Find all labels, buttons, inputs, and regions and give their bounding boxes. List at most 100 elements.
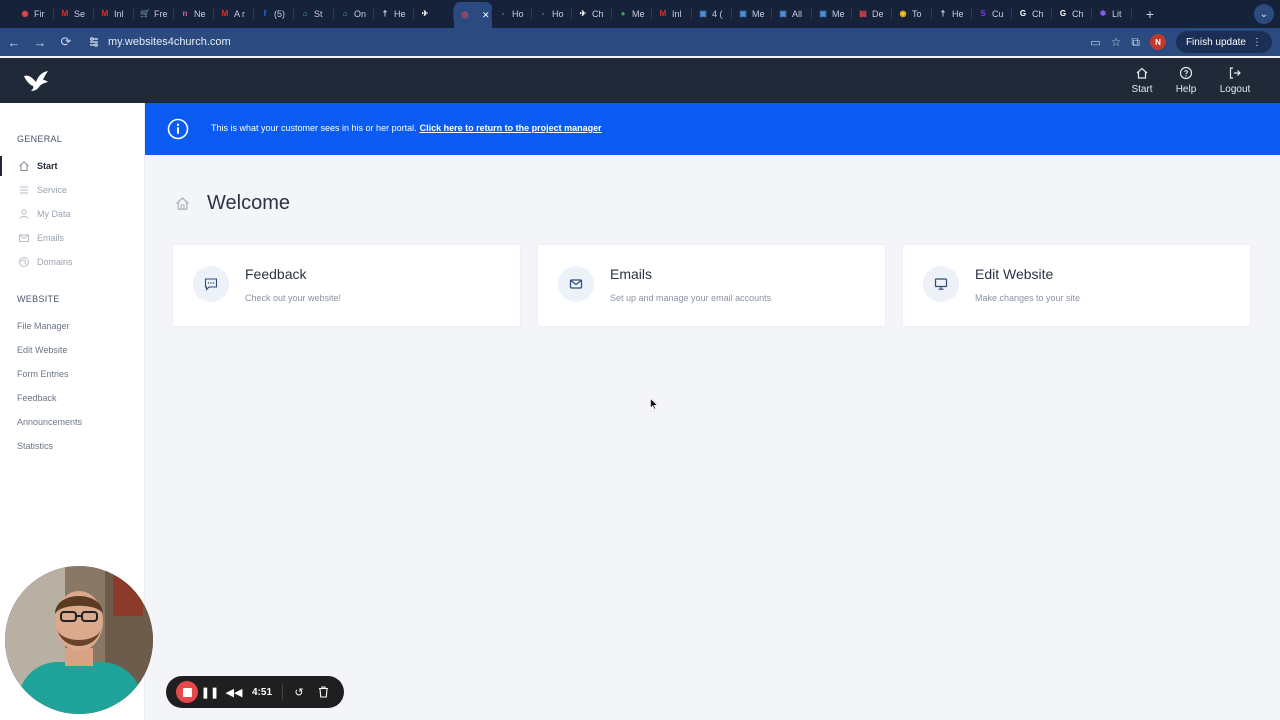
user-icon <box>18 208 30 220</box>
tab-favicon-icon: ▣ <box>779 9 787 18</box>
browser-tab[interactable]: ⌂ On <box>334 1 374 27</box>
new-tab-button[interactable]: + <box>1140 6 1160 22</box>
browser-tab[interactable]: M Se <box>54 1 94 27</box>
sidebar-item-file-manager[interactable]: File Manager <box>0 316 145 336</box>
sidebar-item-announcements[interactable]: Announcements <box>0 412 145 432</box>
browser-tab[interactable]: MA r <box>214 1 254 27</box>
card-title: Feedback <box>245 266 307 282</box>
profile-avatar[interactable]: N <box>1149 34 1166 50</box>
tab-label: He <box>952 9 964 19</box>
tab-favicon-icon: ✈ <box>579 9 587 18</box>
tab-favicon-icon: ▤ <box>859 9 867 18</box>
browser-tab[interactable]: ✱ Lit <box>1092 1 1132 27</box>
browser-tab[interactable]: ◉ To <box>892 1 932 27</box>
trash-icon <box>318 686 328 698</box>
browser-tab[interactable]: f (5) <box>254 1 294 27</box>
card-title: Emails <box>610 266 653 282</box>
tab-favicon-icon: ⌂ <box>342 9 348 18</box>
sidebar-item-label: Form Entries <box>17 369 69 379</box>
header-logout-link[interactable]: Logout <box>1208 58 1262 103</box>
tab-favicon-icon: M <box>101 9 109 18</box>
card-description: Make changes to your site <box>975 293 1081 303</box>
sidebar-item-label: Start <box>37 161 58 171</box>
tab-favicon-icon: † <box>382 9 388 18</box>
browser-tab[interactable]: ▣ Me <box>812 1 852 27</box>
pause-button[interactable]: ❚❚ <box>198 680 222 704</box>
sidebar-item-statistics[interactable]: Statistics <box>0 436 145 456</box>
browser-tab[interactable]: ▣ All <box>772 1 812 27</box>
card-description: Check out your website! <box>245 293 342 303</box>
sidebar-item-label: My Data <box>37 209 71 219</box>
tab-label: St <box>314 9 323 19</box>
browser-tab[interactable]: ⌂ St <box>294 1 334 27</box>
tab-label: Ch <box>592 9 604 19</box>
tab-label: Fre <box>154 9 168 19</box>
webcam-bubble[interactable] <box>5 566 153 714</box>
tab-favicon-icon: - <box>501 9 505 18</box>
forward-button[interactable]: → <box>28 30 52 54</box>
header-help-link[interactable]: Help <box>1164 58 1208 103</box>
tab-favicon-icon: 🛒 <box>140 9 150 18</box>
browser-tab[interactable]: † He <box>932 1 972 27</box>
browser-tab[interactable]: n Ne <box>174 1 214 27</box>
rewind-button[interactable]: ◀◀ <box>222 680 246 704</box>
bookmark-star-icon[interactable]: ☆ <box>1111 35 1122 49</box>
browser-tab[interactable]: ✈ <box>414 1 454 27</box>
return-to-project-manager-link[interactable]: Click here to return to the project mana… <box>420 123 602 133</box>
dove-logo-icon[interactable] <box>22 70 50 92</box>
browser-tab[interactable]: ▣ 4 ( <box>692 1 732 27</box>
tab-search-button[interactable]: ⌄ <box>1254 4 1274 24</box>
sidebar-item-my-data[interactable]: My Data <box>0 204 145 224</box>
sidebar-item-service[interactable]: Service <box>0 180 145 200</box>
extensions-icon[interactable]: ⧉ <box>1131 35 1140 50</box>
sidebar-item-feedback[interactable]: Feedback <box>0 388 145 408</box>
tab-label: Inl <box>114 9 124 19</box>
site-settings-icon[interactable] <box>86 34 102 50</box>
close-tab-icon[interactable]: ✕ <box>482 10 490 21</box>
browser-tab[interactable]: M Inl <box>652 1 692 27</box>
feedback-card[interactable]: Feedback Check out your website! <box>172 244 521 327</box>
browser-tab[interactable]: G Ch <box>1012 1 1052 27</box>
tab-label: Me <box>832 9 845 19</box>
browser-tab[interactable]: 🛒 Fre <box>134 1 174 27</box>
browser-tab[interactable]: - Ho <box>492 1 532 27</box>
sidebar-item-form-entries[interactable]: Form Entries <box>0 364 145 384</box>
tab-favicon-icon: f <box>263 9 267 18</box>
browser-tab[interactable]: ▤ De <box>852 1 892 27</box>
address-bar[interactable]: my.websites4church.com <box>80 31 1125 53</box>
sidebar-item-start[interactable]: Start <box>0 156 145 176</box>
sidebar-item-edit-website[interactable]: Edit Website <box>0 340 145 360</box>
edit-website-card[interactable]: Edit Website Make changes to your site <box>902 244 1251 327</box>
sidebar-item-label: Feedback <box>17 393 57 403</box>
browser-tab[interactable]: G Ch <box>1052 1 1092 27</box>
stop-recording-button[interactable] <box>176 681 198 703</box>
restart-button[interactable]: ↺ <box>287 680 311 704</box>
browser-tab[interactable]: ◉ Fir <box>14 1 54 27</box>
tab-label: A r <box>234 9 246 19</box>
mouse-cursor-icon <box>650 398 658 410</box>
browser-tab[interactable]: M Inl <box>94 1 134 27</box>
header-start-link[interactable]: Start <box>1120 58 1164 103</box>
browser-tab[interactable]: ◎ ✕ <box>454 2 492 28</box>
browser-tab[interactable]: † He <box>374 1 414 27</box>
reload-button[interactable]: ⟳ <box>54 30 78 54</box>
back-button[interactable]: ← <box>2 30 26 54</box>
emails-card[interactable]: Emails Set up and manage your email acco… <box>537 244 886 327</box>
browser-tab[interactable]: S Cu <box>972 1 1012 27</box>
browser-tab[interactable]: ● Me <box>612 1 652 27</box>
camera-icon[interactable]: ▭ <box>1090 36 1100 49</box>
sidebar-item-emails[interactable]: Emails <box>0 228 145 248</box>
tab-label: Cu <box>992 9 1004 19</box>
finish-update-button[interactable]: Finish update ⋮ <box>1175 31 1272 53</box>
tab-favicon-icon: - <box>541 9 545 18</box>
browser-tab[interactable]: - Ho <box>532 1 572 27</box>
tab-label: Ch <box>1032 9 1044 19</box>
tab-label: 4 ( <box>712 9 723 19</box>
browser-tab[interactable]: ✈ Ch <box>572 1 612 27</box>
mail-icon <box>558 266 594 302</box>
sidebar-item-domains[interactable]: Domains <box>0 252 145 272</box>
logout-icon <box>1229 67 1241 79</box>
tab-label: Me <box>752 9 765 19</box>
browser-tab[interactable]: ▣ Me <box>732 1 772 27</box>
delete-button[interactable] <box>311 680 335 704</box>
